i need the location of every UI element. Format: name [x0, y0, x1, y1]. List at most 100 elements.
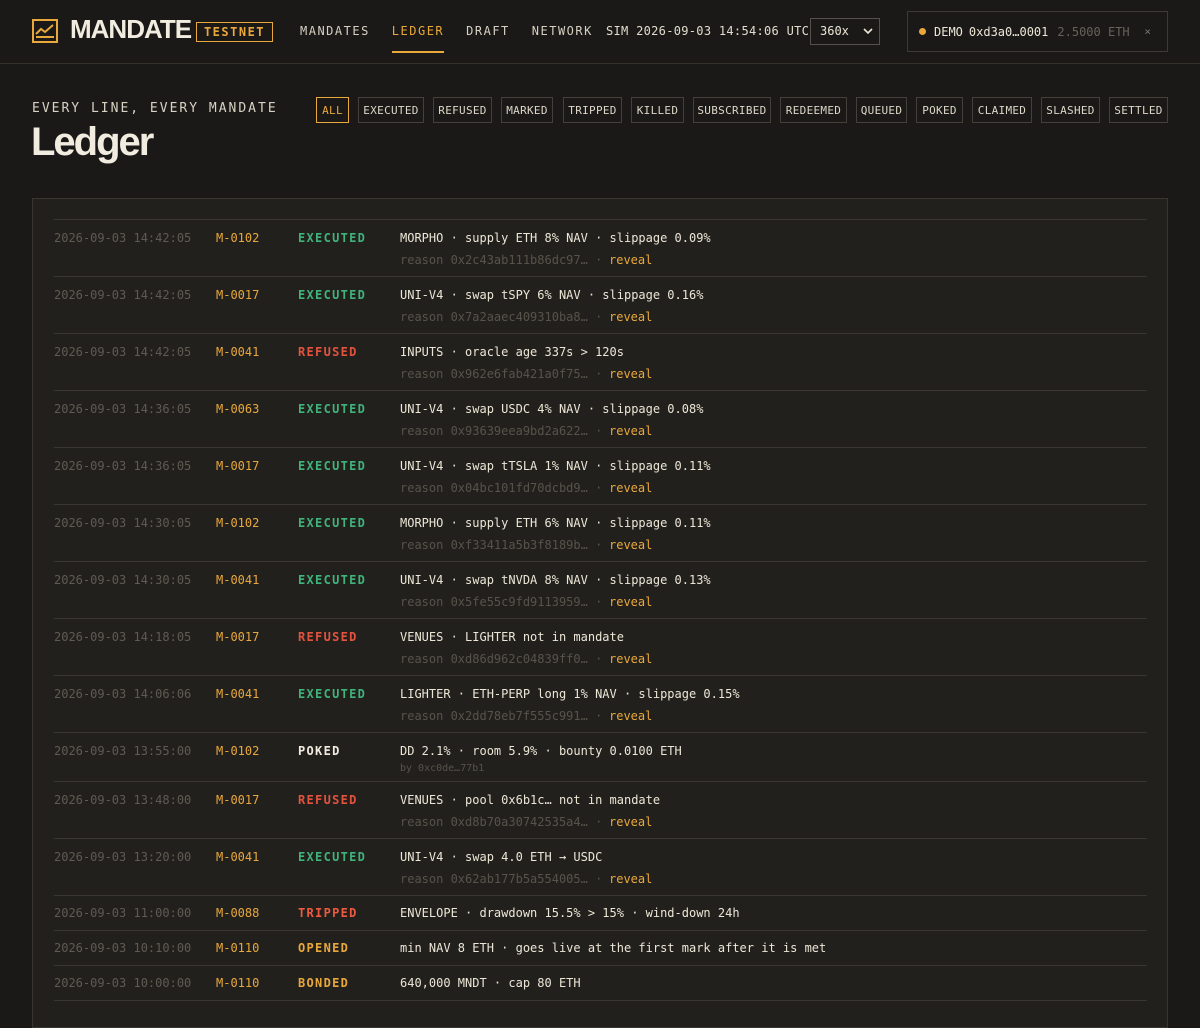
ledger-row: 2026-09-03 13:55:00 M-0102 POKED DD 2.1%…	[54, 733, 1147, 782]
ledger-row: 2026-09-03 13:20:00 M-0041 EXECUTED UNI-…	[54, 839, 1147, 896]
sim-clock: SIM 2026-09-03 14:54:06 UTC	[606, 24, 810, 38]
row-time: 2026-09-03 10:10:00	[54, 941, 192, 955]
row-mandate-id[interactable]: M-0041	[216, 345, 259, 359]
filter-executed[interactable]: EXECUTED	[358, 97, 424, 123]
nav-network[interactable]: NETWORK	[532, 0, 593, 64]
row-description: MORPHO · supply ETH 6% NAV · slippage 0.…	[400, 516, 711, 530]
row-reason: reason 0x7a2aaec409310ba8… ·	[400, 310, 603, 324]
row-status: EXECUTED	[298, 850, 367, 864]
row-mandate-id[interactable]: M-0088	[216, 906, 259, 920]
row-reason: reason 0x62ab177b5a554005… ·	[400, 872, 603, 886]
row-reason: reason 0x5fe55c9fd9113959… ·	[400, 595, 603, 609]
row-description: INPUTS · oracle age 337s > 120s	[400, 345, 624, 359]
row-status: TRIPPED	[298, 906, 358, 920]
app-name: MANDATE	[70, 14, 192, 44]
row-mandate-id[interactable]: M-0017	[216, 793, 259, 807]
row-status: EXECUTED	[298, 402, 367, 416]
reveal-link[interactable]: reveal	[609, 652, 652, 666]
row-status: BONDED	[298, 976, 350, 990]
ledger-row: 2026-09-03 14:42:05 M-0017 EXECUTED UNI-…	[54, 277, 1147, 334]
row-time: 2026-09-03 14:06:06	[54, 687, 192, 701]
row-mandate-id[interactable]: M-0041	[216, 687, 259, 701]
row-mandate-id[interactable]: M-0102	[216, 231, 259, 245]
ledger-row: 2026-09-03 14:42:05 M-0041 REFUSED INPUT…	[54, 334, 1147, 391]
row-time: 2026-09-03 14:36:05	[54, 459, 192, 473]
row-mandate-id[interactable]: M-0017	[216, 288, 259, 302]
wallet-label: DEMO	[934, 24, 963, 39]
filter-killed[interactable]: KILLED	[631, 97, 684, 123]
reveal-link[interactable]: reveal	[609, 310, 652, 324]
row-description: VENUES · LIGHTER not in mandate	[400, 630, 624, 644]
row-description: UNI-V4 · swap tNVDA 8% NAV · slippage 0.…	[400, 573, 711, 587]
top-bar: MANDATE TESTNET MANDATES LEDGER DRAFT NE…	[0, 0, 1200, 64]
row-mandate-id[interactable]: M-0102	[216, 516, 259, 530]
row-mandate-id[interactable]: M-0041	[216, 573, 259, 587]
row-reason: reason 0x04bc101fd70dcbd9… ·	[400, 481, 603, 495]
filter-redeemed[interactable]: REDEEMED	[780, 97, 847, 123]
row-status: EXECUTED	[298, 459, 367, 473]
row-mandate-id[interactable]: M-0110	[216, 976, 259, 990]
row-mandate-id[interactable]: M-0063	[216, 402, 259, 416]
filter-queued[interactable]: QUEUED	[856, 97, 907, 123]
ledger-row: 2026-09-03 10:00:00 M-0110 BONDED 640,00…	[54, 966, 1147, 1001]
row-reason: reason 0x2dd78eb7f555c991… ·	[400, 709, 603, 723]
reveal-link[interactable]: reveal	[609, 253, 652, 267]
reveal-link[interactable]: reveal	[609, 424, 652, 438]
reveal-link[interactable]: reveal	[609, 538, 652, 552]
filter-poked[interactable]: POKED	[916, 97, 963, 123]
reveal-link[interactable]: reveal	[609, 872, 652, 886]
ledger-row: 2026-09-03 14:42:05 M-0102 EXECUTED MORP…	[54, 220, 1147, 277]
ledger-row: 2026-09-03 14:36:05 M-0017 EXECUTED UNI-…	[54, 448, 1147, 505]
filter-subscribed[interactable]: SUBSCRIBED	[693, 97, 771, 123]
ledger-row: 2026-09-03 14:36:05 M-0063 EXECUTED UNI-…	[54, 391, 1147, 448]
nav-mandates[interactable]: MANDATES	[300, 0, 370, 64]
reveal-link[interactable]: reveal	[609, 595, 652, 609]
reveal-link[interactable]: reveal	[609, 367, 652, 381]
row-time: 2026-09-03 13:20:00	[54, 850, 192, 864]
row-time: 2026-09-03 11:00:00	[54, 906, 192, 920]
row-description: DD 2.1% · room 5.9% · bounty 0.0100 ETH	[400, 744, 682, 758]
filter-settled[interactable]: SETTLED	[1109, 97, 1168, 123]
reveal-link[interactable]: reveal	[609, 815, 652, 829]
row-mandate-id[interactable]: M-0017	[216, 459, 259, 473]
sim-speed-select[interactable]: 360x	[810, 18, 880, 45]
nav-draft[interactable]: DRAFT	[466, 0, 510, 64]
wallet-chip[interactable]: DEMO 0xd3a0…0001 2.5000 ETH ×	[907, 11, 1168, 52]
row-description: MORPHO · supply ETH 8% NAV · slippage 0.…	[400, 231, 711, 245]
ledger-row: 2026-09-03 14:18:05 M-0017 REFUSED VENUE…	[54, 619, 1147, 676]
page-eyebrow: EVERY LINE, EVERY MANDATE	[32, 101, 278, 116]
row-mandate-id[interactable]: M-0041	[216, 850, 259, 864]
row-time: 2026-09-03 14:18:05	[54, 630, 192, 644]
wallet-address: 0xd3a0…0001	[968, 24, 1049, 39]
network-badge: TESTNET	[196, 22, 273, 42]
row-status: EXECUTED	[298, 687, 367, 701]
wallet-balance: 2.5000 ETH	[1057, 24, 1130, 39]
row-status: EXECUTED	[298, 288, 367, 302]
nav-ledger[interactable]: LEDGER	[391, 0, 445, 64]
close-icon[interactable]: ×	[1144, 25, 1151, 38]
row-status: REFUSED	[298, 793, 358, 807]
ledger-row: 2026-09-03 14:30:05 M-0102 EXECUTED MORP…	[54, 505, 1147, 562]
row-description: UNI-V4 · swap 4.0 ETH → USDC	[400, 850, 603, 864]
filter-marked[interactable]: MARKED	[501, 97, 553, 123]
row-reason: reason 0xd86d962c04839ff0… ·	[400, 652, 603, 666]
row-mandate-id[interactable]: M-0017	[216, 630, 259, 644]
row-time: 2026-09-03 14:30:05	[54, 573, 192, 587]
reveal-link[interactable]: reveal	[609, 481, 652, 495]
row-reason: reason 0xd8b70a30742535a4… ·	[400, 815, 603, 829]
row-poked-by: by 0xc0de…77b1	[400, 763, 485, 774]
filter-all[interactable]: ALL	[316, 97, 349, 123]
status-dot-icon	[919, 28, 926, 35]
row-time: 2026-09-03 14:42:05	[54, 288, 192, 302]
filter-slashed[interactable]: SLASHED	[1041, 97, 1100, 123]
row-mandate-id[interactable]: M-0110	[216, 941, 259, 955]
row-status: OPENED	[298, 941, 350, 955]
row-mandate-id[interactable]: M-0102	[216, 744, 259, 758]
row-description: UNI-V4 · swap tTSLA 1% NAV · slippage 0.…	[400, 459, 711, 473]
filter-tripped[interactable]: TRIPPED	[563, 97, 622, 123]
filter-claimed[interactable]: CLAIMED	[972, 97, 1032, 123]
ledger-row: 2026-09-03 13:48:00 M-0017 REFUSED VENUE…	[54, 782, 1147, 839]
filter-refused[interactable]: REFUSED	[433, 97, 492, 123]
reveal-link[interactable]: reveal	[609, 709, 652, 723]
ledger-row: 2026-09-03 14:30:05 M-0041 EXECUTED UNI-…	[54, 562, 1147, 619]
